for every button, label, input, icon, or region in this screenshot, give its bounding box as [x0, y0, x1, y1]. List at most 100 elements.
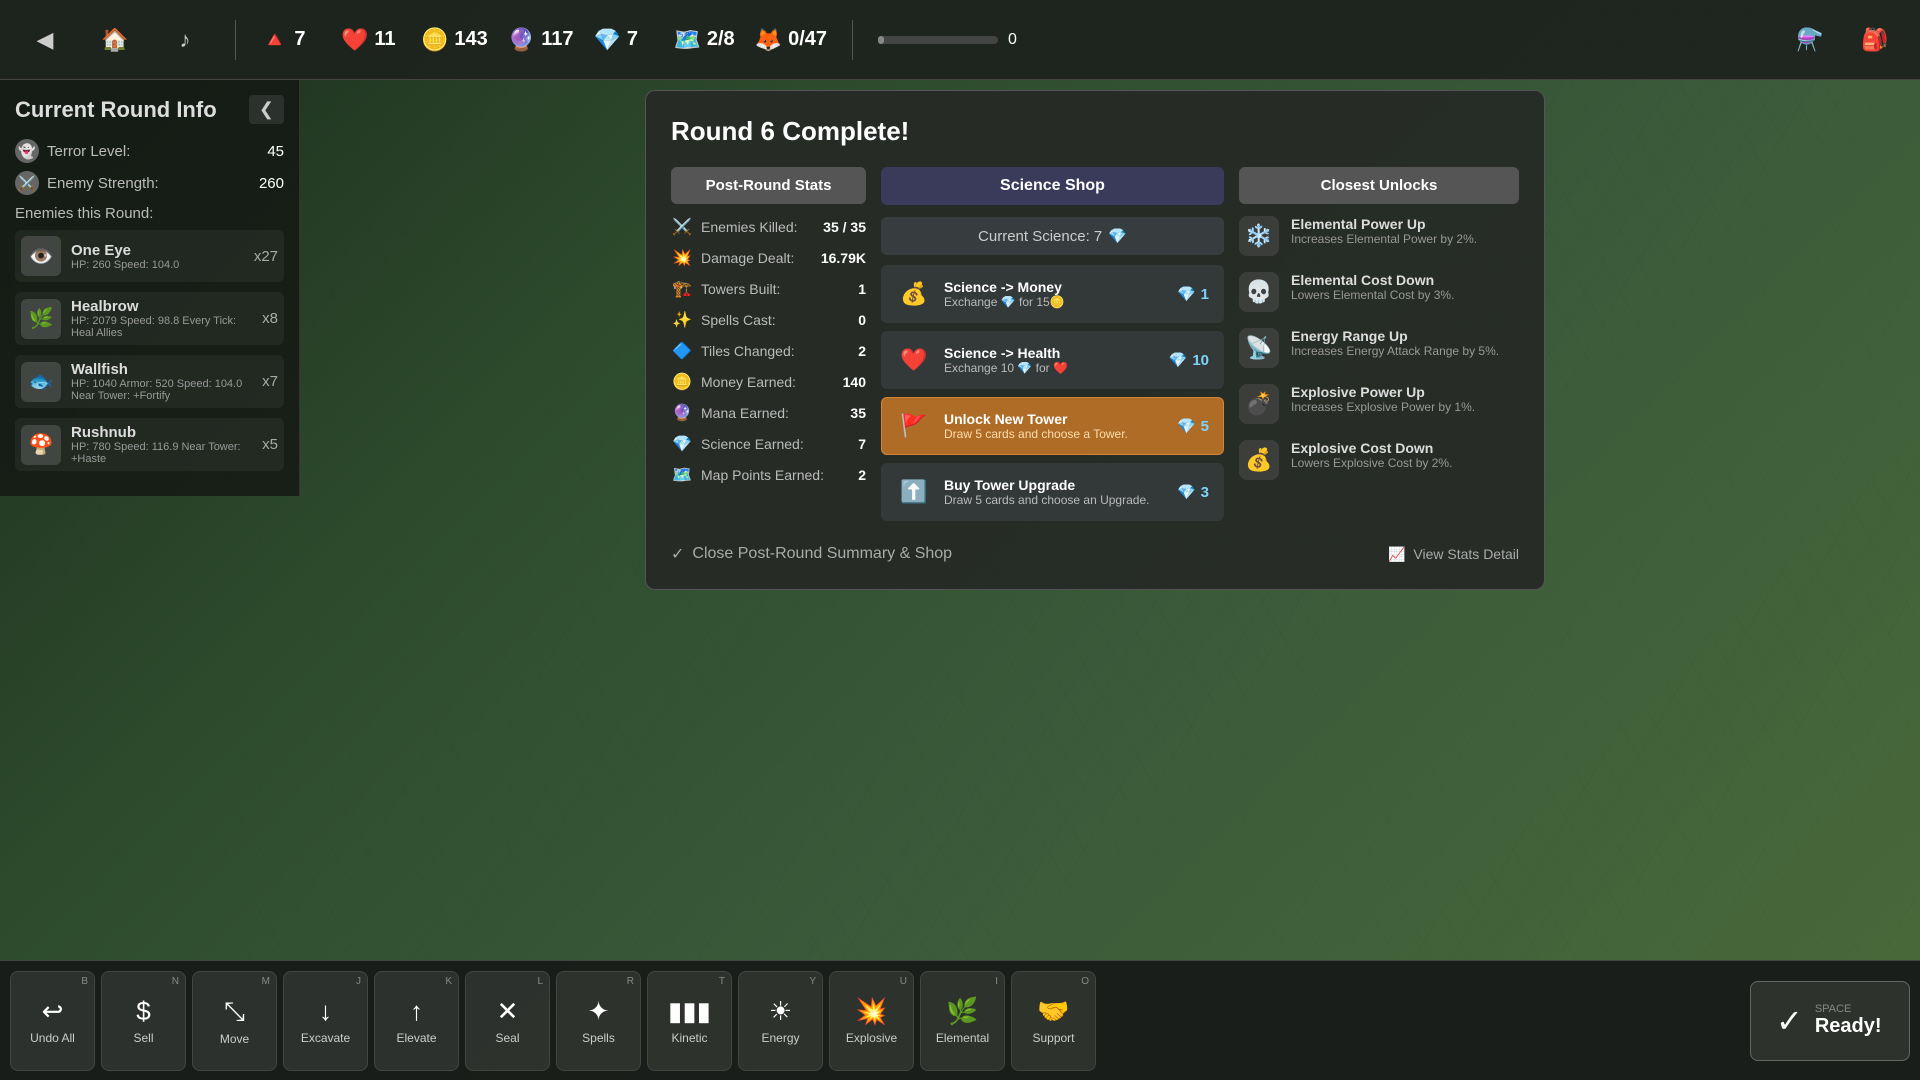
closest-unlocks-panel: Closest Unlocks ❄️ Elemental Power Up In… — [1239, 167, 1519, 529]
elemental-label: Elemental — [936, 1031, 989, 1045]
shop-item-buy-upgrade-desc: Draw 5 cards and choose an Upgrade. — [944, 493, 1165, 507]
xp-bar-fill — [878, 36, 884, 44]
explosive-icon: 💥 — [855, 996, 887, 1027]
ready-check-icon: ✓ — [1776, 1002, 1803, 1040]
xp-bar-container: 0 — [878, 31, 1017, 49]
action-elevate[interactable]: K ↑ Elevate — [374, 971, 459, 1071]
view-stats-button[interactable]: 📈 View Stats Detail — [1388, 546, 1519, 563]
shop-item-unlock-tower-title: Unlock New Tower — [944, 411, 1165, 427]
enemy-icon-healbrow: 🌿 — [21, 299, 61, 339]
explosive-cost-down-icon: 💰 — [1239, 440, 1279, 480]
shop-item-money-title: Science -> Money — [944, 279, 1165, 295]
mana-earned-value: 35 — [850, 405, 866, 421]
post-round-panel: Post-Round Stats ⚔️ Enemies Killed: 35 /… — [671, 167, 866, 529]
unlock-tower-cost-value: 5 — [1201, 418, 1209, 435]
explosive-cost-down-title: Explosive Cost Down — [1291, 440, 1452, 456]
shop-item-unlock-tower[interactable]: 🚩 Unlock New Tower Draw 5 cards and choo… — [881, 397, 1224, 455]
science-earned-label: Science Earned: — [701, 436, 850, 452]
map-points-value: 2 — [858, 467, 866, 483]
shop-item-health-title: Science -> Health — [944, 345, 1157, 361]
enemy-strength-row: ⚔️ Enemy Strength: 260 — [15, 171, 284, 195]
stat-towers: 🦊 0/47 — [755, 27, 827, 53]
health-cost-gem-icon: 💎 — [1169, 351, 1188, 369]
round-complete-modal: Round 6 Complete! Post-Round Stats ⚔️ En… — [645, 90, 1545, 590]
ready-button[interactable]: ✓ SPACE Ready! — [1750, 981, 1910, 1061]
stat-health: ❤️ 11 — [341, 27, 401, 53]
bag-icon[interactable]: 🎒 — [1850, 15, 1900, 65]
enemies-killed-value: 35 / 35 — [823, 219, 866, 235]
money-cost-value: 1 — [1201, 286, 1209, 303]
bottombar: B ↩ Undo All N $ Sell M ⤡ Move J ↓ Excav… — [0, 960, 1920, 1080]
closest-unlocks-header: Closest Unlocks — [1239, 167, 1519, 204]
elemental-cost-down-icon: 💀 — [1239, 272, 1279, 312]
enemies-killed-icon: ⚔️ — [671, 216, 693, 238]
enemies-this-round-label: Enemies this Round: — [15, 205, 284, 222]
excavate-icon: ↓ — [319, 996, 332, 1027]
spells-label: Spells Cast: — [701, 312, 850, 328]
enemy-info-one-eye: One Eye HP: 260 Speed: 104.0 — [71, 242, 244, 271]
tower-icon[interactable]: 🏠 — [90, 15, 140, 65]
explosive-cost-down-text: Explosive Cost Down Lowers Explosive Cos… — [1291, 440, 1452, 470]
explosive-power-up-title: Explosive Power Up — [1291, 384, 1475, 400]
shop-item-health[interactable]: ❤️ Science -> Health Exchange 10 💎 for ❤… — [881, 331, 1224, 389]
excavate-label: Excavate — [301, 1031, 350, 1045]
close-post-round-button[interactable]: ✓ Close Post-Round Summary & Shop — [671, 544, 952, 564]
money-cost-gem-icon: 💎 — [1177, 285, 1196, 303]
divider-2 — [852, 20, 853, 60]
flask-icon[interactable]: ⚗️ — [1785, 15, 1835, 65]
stat-money-earned: 🪙 Money Earned: 140 — [671, 371, 866, 393]
shop-item-buy-upgrade[interactable]: ⬆️ Buy Tower Upgrade Draw 5 cards and ch… — [881, 463, 1224, 521]
shop-item-money[interactable]: 💰 Science -> Money Exchange 💎 for 15🪙 💎 … — [881, 265, 1224, 323]
buy-upgrade-cost-value: 3 — [1201, 484, 1209, 501]
enemy-icon-rushnub: 🍄 — [21, 425, 61, 465]
ready-key-label: SPACE — [1815, 1003, 1882, 1015]
music-icon[interactable]: ♪ — [160, 15, 210, 65]
shop-item-buy-upgrade-title: Buy Tower Upgrade — [944, 477, 1165, 493]
enemy-stats-healbrow: HP: 2079 Speed: 98.8 Every Tick: Heal Al… — [71, 315, 252, 339]
mana-earned-icon: 🔮 — [671, 402, 693, 424]
back-button[interactable]: ◀ — [20, 15, 70, 65]
enemy-stats-rushnub: HP: 780 Speed: 116.9 Near Tower: +Haste — [71, 441, 252, 465]
enemy-name-rushnub: Rushnub — [71, 424, 252, 441]
energy-range-up-text: Energy Range Up Increases Energy Attack … — [1291, 328, 1499, 358]
enemy-name-wallfish: Wallfish — [71, 361, 252, 378]
stat-towers-built: 🏗️ Towers Built: 1 — [671, 278, 866, 300]
shop-item-money-icon: 💰 — [896, 276, 932, 312]
undo-all-key: B — [81, 976, 88, 987]
action-spells[interactable]: R ✦ Spells — [556, 971, 641, 1071]
action-support[interactable]: O 🤝 Support — [1011, 971, 1096, 1071]
stat-map-points: 🗺️ Map Points Earned: 2 — [671, 464, 866, 486]
action-explosive[interactable]: U 💥 Explosive — [829, 971, 914, 1071]
stat-mana-earned: 🔮 Mana Earned: 35 — [671, 402, 866, 424]
seal-icon: ✕ — [497, 996, 519, 1027]
action-kinetic[interactable]: T ▮▮▮ Kinetic — [647, 971, 732, 1071]
elevate-label: Elevate — [396, 1031, 436, 1045]
spells-value: 0 — [858, 312, 866, 328]
action-elemental[interactable]: I 🌿 Elemental — [920, 971, 1005, 1071]
shop-item-unlock-tower-text: Unlock New Tower Draw 5 cards and choose… — [944, 411, 1165, 441]
shop-item-money-text: Science -> Money Exchange 💎 for 15🪙 — [944, 279, 1165, 309]
map-points-label: Map Points Earned: — [701, 467, 850, 483]
support-label: Support — [1032, 1031, 1074, 1045]
current-science-gem-icon: 💎 — [1108, 227, 1127, 245]
action-excavate[interactable]: J ↓ Excavate — [283, 971, 368, 1071]
shop-item-buy-upgrade-text: Buy Tower Upgrade Draw 5 cards and choos… — [944, 477, 1165, 507]
seal-label: Seal — [495, 1031, 519, 1045]
tiles-value: 2 — [858, 343, 866, 359]
stat-map: 🗺️ 2/8 — [673, 27, 734, 53]
modal-footer: ✓ Close Post-Round Summary & Shop 📈 View… — [671, 544, 1519, 564]
damage-value: 16.79K — [821, 250, 866, 266]
modal-title: Round 6 Complete! — [671, 116, 1519, 147]
action-seal[interactable]: L ✕ Seal — [465, 971, 550, 1071]
enemy-row-rushnub: 🍄 Rushnub HP: 780 Speed: 116.9 Near Towe… — [15, 418, 284, 471]
action-sell[interactable]: N $ Sell — [101, 971, 186, 1071]
enemy-strength-icon: ⚔️ — [15, 171, 39, 195]
action-move[interactable]: M ⤡ Move — [192, 971, 277, 1071]
energy-icon: ☀ — [769, 996, 792, 1027]
elemental-cost-down-title: Elemental Cost Down — [1291, 272, 1454, 288]
action-undo-all[interactable]: B ↩ Undo All — [10, 971, 95, 1071]
action-energy[interactable]: Y ☀ Energy — [738, 971, 823, 1071]
explosive-power-up-desc: Increases Explosive Power by 1%. — [1291, 400, 1475, 414]
energy-range-up-icon: 📡 — [1239, 328, 1279, 368]
elemental-icon: 🌿 — [946, 996, 978, 1027]
